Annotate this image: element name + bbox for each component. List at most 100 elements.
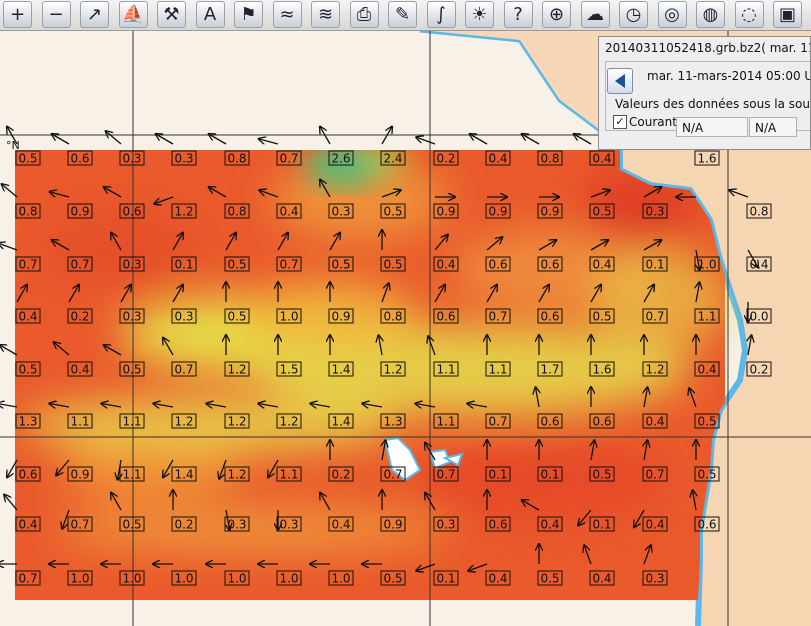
current-value-label: 0.1 (540, 468, 559, 482)
current-value-label: 0.7 (436, 468, 455, 482)
current-value-label: 0.7 (488, 415, 507, 429)
current-value-label: 1.2 (227, 363, 246, 377)
current-value-label: 1.3 (18, 415, 37, 429)
current-value-label: 1.0 (174, 572, 193, 586)
current-value-label: 1.2 (227, 415, 246, 429)
current-value-label: 1.0 (227, 572, 246, 586)
current-value-label: 0.3 (645, 205, 664, 219)
current-value-label: 0.6 (436, 310, 455, 324)
current-value-label: 0.4 (749, 258, 768, 272)
current-value-label: 0.5 (18, 152, 37, 166)
latitude-label: °N (6, 139, 20, 152)
current-value-label: 2.4 (383, 152, 402, 166)
cursor-values-label: Valeurs des données sous la souris (615, 97, 811, 111)
current-value-label: 0.5 (227, 310, 246, 324)
current-value-label: 0.3 (331, 205, 350, 219)
current-value-label: 0.5 (592, 310, 611, 324)
current-value-label: 0.8 (383, 310, 402, 324)
current-checkbox[interactable]: ✓ (613, 115, 627, 129)
current-value-label: 0.6 (488, 518, 507, 532)
current-value-label: 0.4 (697, 363, 716, 377)
current-value-label: 0.7 (70, 518, 89, 532)
current-value-label: 0.3 (174, 310, 193, 324)
current-icon[interactable]: ≋ (311, 1, 340, 28)
tools-icon[interactable]: ⚒ (157, 1, 186, 28)
current-value-label: 0.6 (540, 310, 559, 324)
zoom-out-icon[interactable]: − (41, 1, 71, 28)
current-value-label: 1.2 (645, 363, 664, 377)
current-value-label: 0.7 (70, 258, 89, 272)
misc-icon[interactable]: ▣ (773, 1, 802, 28)
current-value-label: 1.1 (488, 363, 507, 377)
current-value-label: 0.4 (592, 258, 611, 272)
current-value-label: 0.8 (227, 205, 246, 219)
current-value-label: 1.2 (383, 363, 402, 377)
ship-icon[interactable]: ⛵ (118, 1, 148, 28)
lifebuoy-icon[interactable]: ◌ (734, 1, 764, 28)
current-value-label: 0.1 (436, 572, 455, 586)
current-value-label: 1.7 (540, 363, 559, 377)
current-value-label: 0.2 (331, 468, 350, 482)
help-icon[interactable]: ? (503, 1, 533, 28)
current-value-label: 0.9 (383, 518, 402, 532)
previous-time-button[interactable] (607, 68, 633, 94)
main-toolbar: + − ↗ ⛵ ⚒ A ⚑ ≈ ≋ ⎙ ✎ ∫ ☀? ⊕ ☁ ◷ ◎ ◍ ◌ ▣ (0, 0, 811, 31)
current-value-label: 1.1 (122, 468, 141, 482)
current-value-label: 0.3 (122, 258, 141, 272)
current-value-label: 0.3 (645, 572, 664, 586)
current-value-label: 0.2 (70, 310, 89, 324)
current-value-label: 0.7 (174, 363, 193, 377)
current-value-label: 0.7 (279, 258, 298, 272)
s-curve-icon[interactable]: ∫ (426, 1, 456, 28)
current-value-label: 1.0 (70, 572, 89, 586)
current-value-label: 0.5 (122, 518, 141, 532)
tide-icon[interactable]: ≈ (272, 1, 302, 28)
weather-map-icon[interactable]: ☁ (580, 1, 610, 28)
current-value-label: 1.0 (122, 572, 141, 586)
current-value-label: 0.4 (592, 572, 611, 586)
current-value-label: 0.5 (592, 205, 611, 219)
current-value-label: 0.1 (645, 258, 664, 272)
waypoint-icon[interactable]: ⚑ (234, 1, 263, 28)
current-value-label: 1.6 (592, 363, 611, 377)
print-icon[interactable]: ⎙ (349, 1, 379, 28)
text-tool-icon[interactable]: A (195, 1, 225, 28)
current-value-label: 0.4 (488, 572, 507, 586)
zoom-in-icon[interactable]: + (3, 1, 32, 28)
current-value-label: 0.9 (540, 205, 559, 219)
current-value-label: 0.4 (645, 415, 664, 429)
current-value-label: 0.9 (331, 310, 350, 324)
current-value-label: 1.1 (697, 310, 716, 324)
current-value-label: 0.6 (18, 468, 37, 482)
current-value-label: 1.3 (383, 415, 402, 429)
current-value-label: 1.2 (174, 415, 193, 429)
current-value-label: 1.5 (279, 363, 298, 377)
current-value-label: 0.9 (70, 205, 89, 219)
target-icon[interactable]: ⊕ (542, 1, 571, 28)
current-value-label: 0.5 (18, 363, 37, 377)
current-value-label: 0.5 (383, 258, 402, 272)
sunset-icon[interactable]: ☀ (465, 1, 494, 28)
current-value-label: 0.0 (749, 310, 768, 324)
current-value-label: 0.4 (645, 518, 664, 532)
current-value-label: 0.4 (331, 518, 350, 532)
current-value-label: 1.1 (70, 415, 89, 429)
graph-icon[interactable]: ✎ (388, 1, 417, 28)
current-value-label: 0.8 (749, 205, 768, 219)
current-value-label: 0.3 (436, 518, 455, 532)
current-value-label: 1.2 (279, 415, 298, 429)
current-value-label: 1.1 (436, 363, 455, 377)
route-icon[interactable]: ↗ (80, 1, 109, 28)
disk-icon[interactable]: ◎ (657, 1, 687, 28)
current-value-label: 1.1 (436, 415, 455, 429)
globe-icon[interactable]: ◍ (696, 1, 725, 28)
current-value-label: 0.4 (436, 258, 455, 272)
current-value-label: 0.3 (122, 152, 141, 166)
current-value-label: 0.6 (540, 258, 559, 272)
clock-icon[interactable]: ◷ (619, 1, 648, 28)
current-value-label: 0.3 (227, 518, 246, 532)
current-value-label: 0.8 (540, 152, 559, 166)
current-value-label: 0.5 (122, 363, 141, 377)
current-value-label: 0.7 (18, 572, 37, 586)
current-value-label: 0.2 (436, 152, 455, 166)
